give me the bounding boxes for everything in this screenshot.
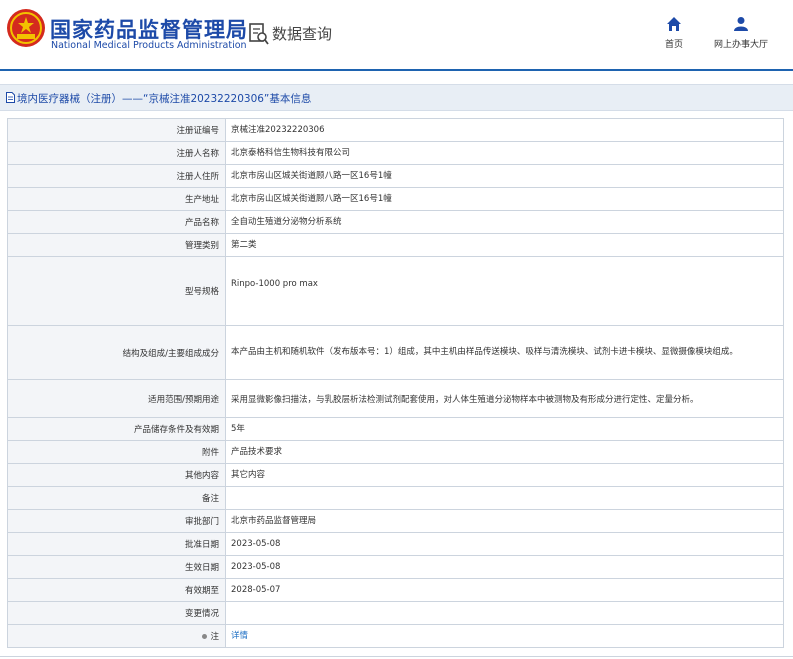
table-row: 生效日期 2023-05-08 [7,555,784,579]
row-value: 其它内容 [225,463,784,487]
row-value: 2023-05-08 [225,532,784,556]
row-value: 北京市房山区城关街道顾八路一区16号1幢 [225,187,784,211]
data-query-label: 数据查询 [272,25,333,43]
breadcrumb: 境内医疗器械（注册）——“京械注准20232220306”基本信息 [0,84,793,111]
site-subtitle: National Medical Products Administration [51,40,247,51]
national-emblem-icon[interactable] [6,8,46,48]
home-icon [667,17,681,31]
row-label: 生产地址 [7,187,226,211]
table-row: 注册人住所 北京市房山区城关街道顾八路一区16号1幢 [7,164,784,188]
row-label: 结构及组成/主要组成成分 [7,325,226,380]
row-label: 审批部门 [7,509,226,533]
row-value: 全自动生殖道分泌物分析系统 [225,210,784,234]
table-row: 产品名称 全自动生殖道分泌物分析系统 [7,210,784,234]
row-label: 变更情况 [7,601,226,625]
data-query-icon [249,23,269,45]
row-label: 注册人名称 [7,141,226,165]
footer-divider [0,656,793,657]
registration-detail-table: 注册证编号 京械注准20232220306 注册人名称 北京泰格科信生物科技有限… [7,118,784,648]
nav-online-service-label: 网上办事大厅 [713,40,768,50]
row-value [225,601,784,625]
row-label: 批准日期 [7,532,226,556]
row-value: 2023-05-08 [225,555,784,579]
row-label: 生效日期 [7,555,226,579]
table-row: 型号规格 Rinpo-1000 pro max [7,256,784,326]
row-value: 第二类 [225,233,784,257]
row-value: Rinpo-1000 pro max [225,256,784,326]
row-value: 北京市药品监督管理局 [225,509,784,533]
row-label: 产品名称 [7,210,226,234]
row-value: 京械注准20232220306 [225,118,784,142]
row-value: 北京泰格科信生物科技有限公司 [225,141,784,165]
user-icon [734,17,748,31]
row-label: 备注 [7,486,226,510]
row-label: 附件 [7,440,226,464]
row-value: 5年 [225,417,784,441]
note-bullet-icon [202,634,208,639]
row-value: 采用显微影像扫描法，与乳胶层析法检测试剂配套使用，对人体生殖道分泌物样本中被测物… [225,379,784,418]
row-label: 有效期至 [7,578,226,602]
table-row: 结构及组成/主要组成成分 本产品由主机和随机软件（发布版本号：1）组成，其中主机… [7,325,784,380]
table-row: 产品储存条件及有效期 5年 [7,417,784,441]
table-row: 备注 [7,486,784,510]
table-row: 其他内容 其它内容 [7,463,784,487]
row-value: 产品技术要求 [225,440,784,464]
table-row: 适用范围/预期用途 采用显微影像扫描法，与乳胶层析法检测试剂配套使用，对人体生殖… [7,379,784,418]
row-label: 管理类别 [7,233,226,257]
nav-online-service-hall[interactable]: 网上办事大厅 [696,16,786,50]
document-icon [6,92,15,103]
table-row: 附件 产品技术要求 [7,440,784,464]
row-value: 本产品由主机和随机软件（发布版本号：1）组成，其中主机由样品传送模块、吸样与清洗… [225,325,784,380]
table-row: 注册证编号 京械注准20232220306 [7,118,784,142]
row-label: 注册证编号 [7,118,226,142]
row-label: 注册人住所 [7,164,226,188]
table-row: 批准日期 2023-05-08 [7,532,784,556]
breadcrumb-title: 境内医疗器械（注册）——“京械注准20232220306”基本信息 [17,93,312,105]
row-label: 型号规格 [7,256,226,326]
table-row: 变更情况 [7,601,784,625]
table-row: 有效期至 2028-05-07 [7,578,784,602]
site-header: 国家药品监督管理局 National Medical Products Admi… [0,0,793,71]
row-label: 其他内容 [7,463,226,487]
row-value [225,486,784,510]
row-label: 产品储存条件及有效期 [7,417,226,441]
table-row: 审批部门 北京市药品监督管理局 [7,509,784,533]
row-value: 北京市房山区城关街道顾八路一区16号1幢 [225,164,784,188]
row-value: 详情 [225,624,784,648]
table-row: 生产地址 北京市房山区城关街道顾八路一区16号1幢 [7,187,784,211]
note-label: 注 [210,632,219,642]
header-divider [0,69,793,71]
details-link[interactable]: 详情 [231,631,248,641]
table-row: 管理类别 第二类 [7,233,784,257]
table-row: 注册人名称 北京泰格科信生物科技有限公司 [7,141,784,165]
table-row: 注 详情 [7,624,784,648]
row-value: 2028-05-07 [225,578,784,602]
row-label: 适用范围/预期用途 [7,379,226,418]
row-label: 注 [7,624,226,648]
